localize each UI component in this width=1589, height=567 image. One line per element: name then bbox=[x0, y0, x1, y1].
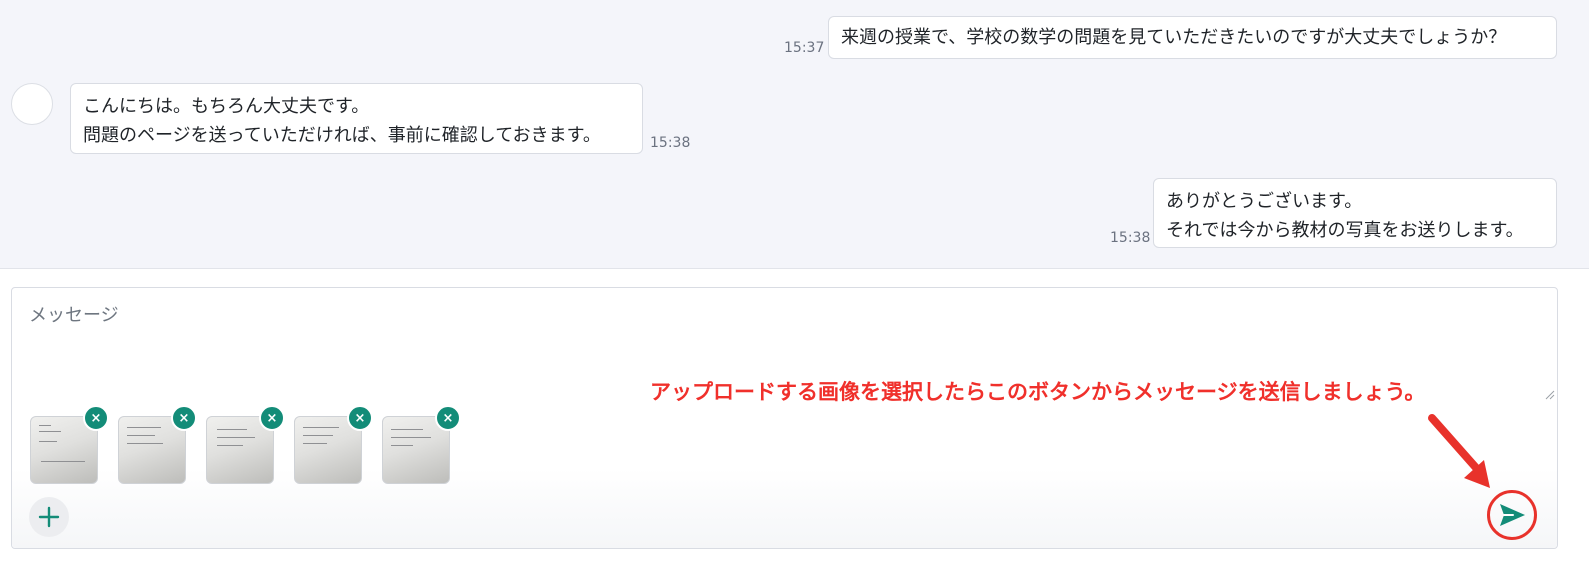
pointer-arrow-icon bbox=[1428, 414, 1490, 488]
message-bubble-sent: ありがとうございます。 それでは今から教材の写真をお送りします。 bbox=[1153, 178, 1557, 248]
resize-handle-icon[interactable] bbox=[1543, 388, 1555, 400]
tutor-avatar bbox=[11, 83, 53, 125]
message-bubble-received: こんにちは。もちろん大丈夫です。 問題のページを送っていただければ、事前に確認し… bbox=[70, 83, 643, 154]
message-composer[interactable]: メッセージ × × × × × bbox=[11, 287, 1558, 549]
remove-attachment-button[interactable]: × bbox=[259, 405, 285, 431]
instruction-annotation: アップロードする画像を選択したらこのボタンからメッセージを送信しましょう。 bbox=[650, 380, 1426, 404]
message-bubble-sent: 来週の授業で、学校の数学の問題を見ていただきたいのですが大丈夫でしょうか？ bbox=[828, 16, 1557, 59]
remove-attachment-button[interactable]: × bbox=[83, 405, 109, 431]
remove-attachment-button[interactable]: × bbox=[171, 405, 197, 431]
remove-attachment-button[interactable]: × bbox=[435, 405, 461, 431]
add-attachment-button[interactable] bbox=[29, 497, 69, 537]
remove-attachment-button[interactable]: × bbox=[347, 405, 373, 431]
send-button[interactable] bbox=[1497, 500, 1527, 530]
message-time: 15:38 bbox=[1110, 230, 1151, 246]
message-input[interactable]: メッセージ bbox=[29, 301, 119, 327]
message-time: 15:37 bbox=[784, 40, 825, 56]
paper-plane-icon bbox=[1500, 504, 1525, 526]
plus-icon bbox=[38, 506, 60, 528]
message-time: 15:38 bbox=[650, 135, 691, 151]
chat-history: 15:37 来週の授業で、学校の数学の問題を見ていただきたいのですが大丈夫でしょ… bbox=[0, 0, 1589, 269]
